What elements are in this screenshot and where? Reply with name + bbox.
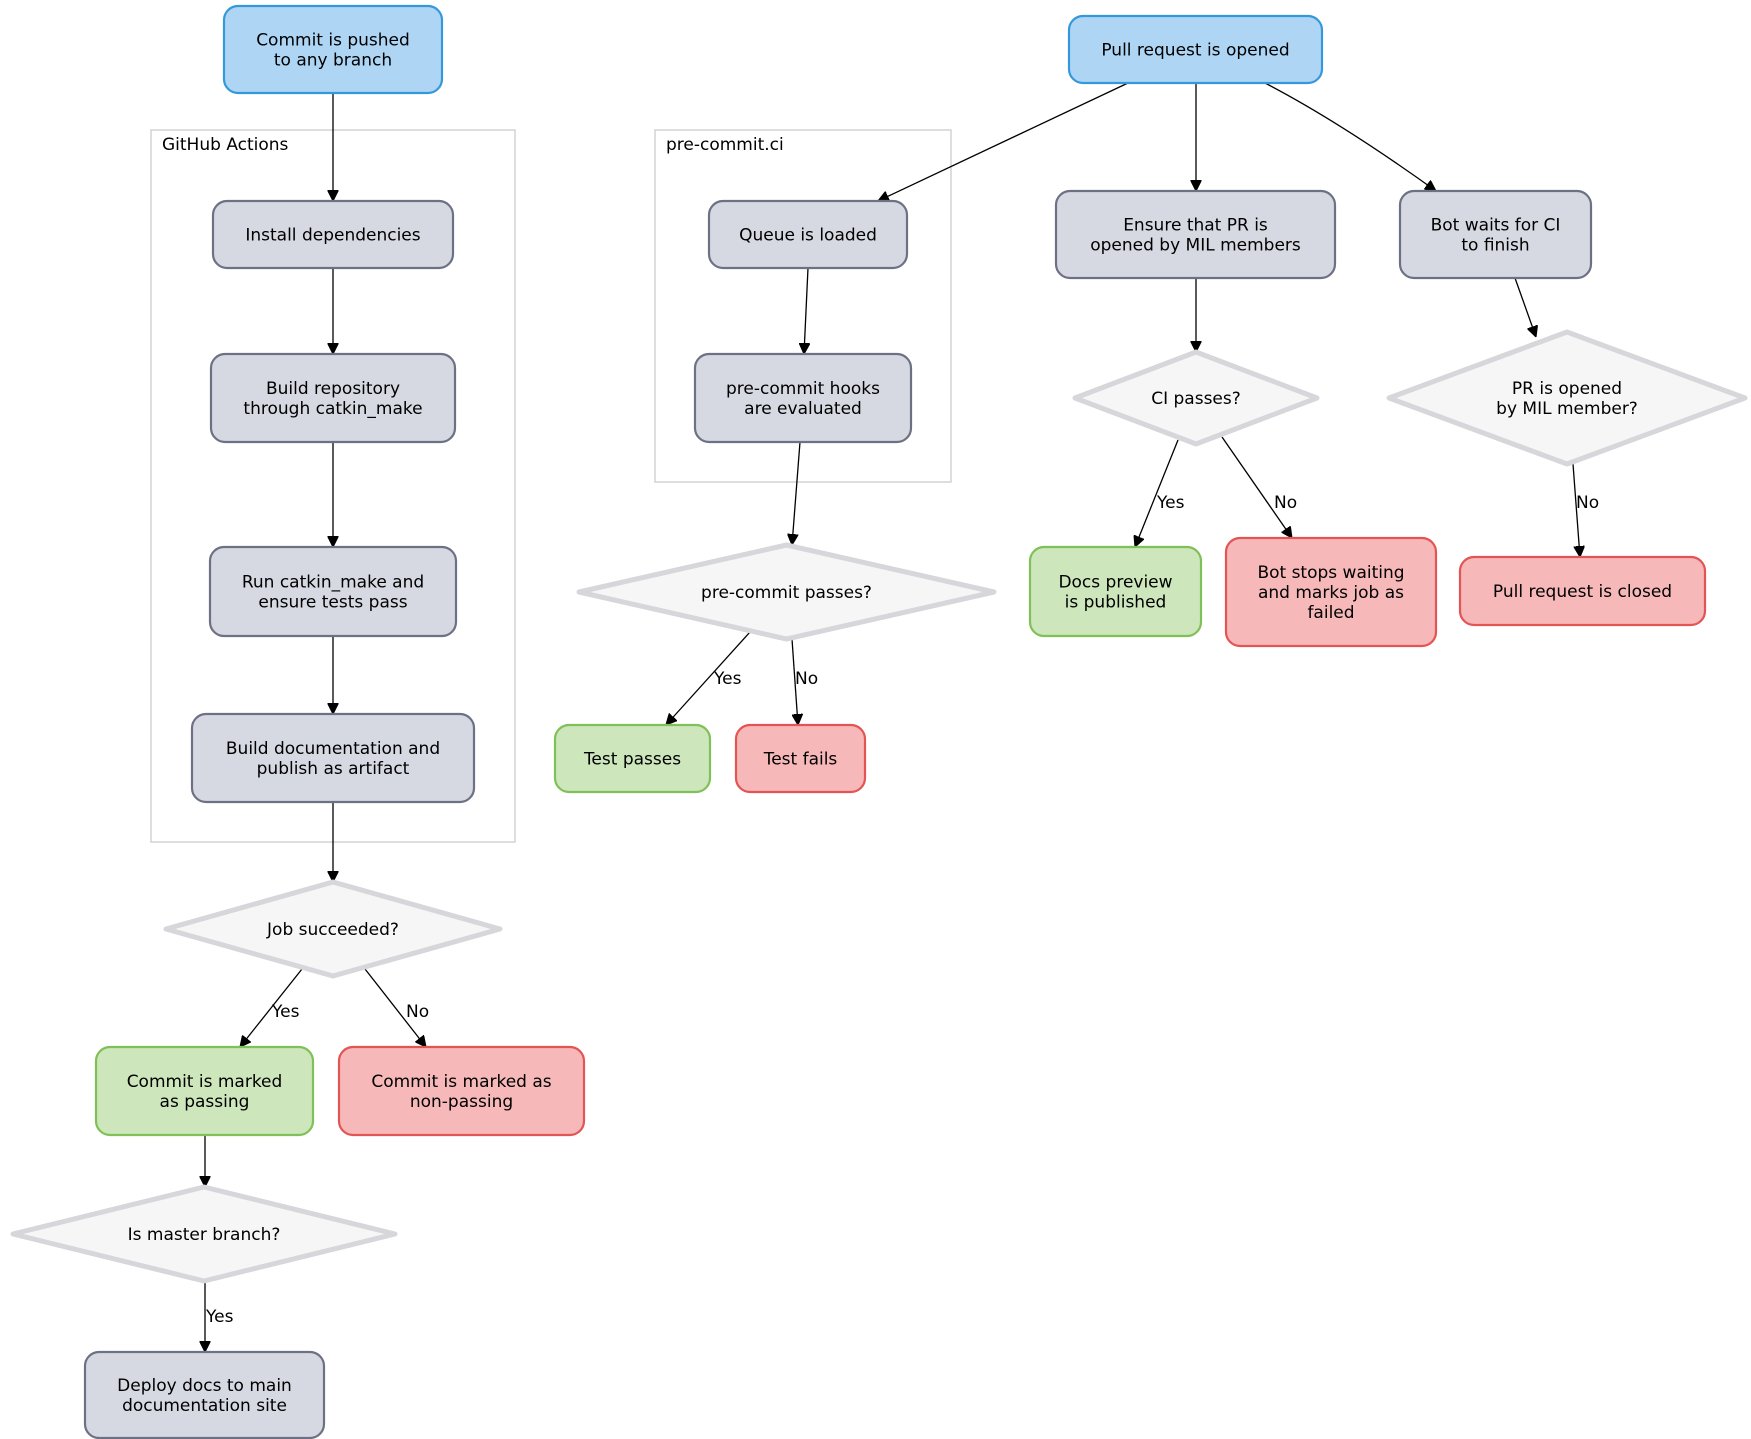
node-label: Is master branch? [128,1225,281,1245]
node-label: Commit is pushed [256,31,410,51]
node-label: Test passes [583,750,681,770]
edge-label-yes: Yes [205,1307,234,1327]
node-label: pre-commit hooks [726,379,880,399]
node-deploy-docs[interactable]: Deploy docs to maindocumentation site [83,1350,326,1439]
node-label: as passing [160,1092,250,1112]
node-bot-stops[interactable]: Bot stops waitingand marks job asfailed [1224,536,1438,648]
node-label: pre-commit passes? [701,583,872,603]
node-label: Install dependencies [245,226,420,246]
node-label: CI passes? [1151,389,1241,409]
node-label: PR is opened [1512,379,1622,399]
node-label: publish as artifact [257,759,410,779]
node-docs-preview[interactable]: Docs previewis published [1028,545,1203,638]
edge-pr_opened-to-queue_loaded [878,82,1129,201]
edge-queue_loaded-to-hooks_evaluated [804,267,808,354]
node-label: Run catkin_make and [242,573,424,593]
node-label: to any branch [274,51,392,71]
node-label: Commit is marked [127,1072,283,1092]
node-label: Build documentation and [226,739,440,759]
node-install-deps[interactable]: Install dependencies [211,199,455,270]
node-precommit-passes[interactable]: pre-commit passes? [576,542,997,642]
edge-label-yes: Yes [713,669,742,689]
node-test-passes[interactable]: Test passes [553,723,712,794]
node-is-master[interactable]: Is master branch? [10,1184,398,1284]
node-bot-waits[interactable]: Bot waits for CIto finish [1398,189,1593,280]
edge-label-yes: Yes [1156,493,1185,513]
node-commit-passing[interactable]: Commit is markedas passing [94,1045,315,1137]
node-run-catkin[interactable]: Run catkin_make andensure tests pass [208,545,458,638]
node-hooks-evaluated[interactable]: pre-commit hooksare evaluated [693,352,913,444]
node-label: Docs preview [1058,573,1172,593]
node-build-docs[interactable]: Build documentation andpublish as artifa… [190,712,476,804]
nodes-layer: Commit is pushedto any branch Install dep… [10,4,1748,1439]
node-queue-loaded[interactable]: Queue is loaded [707,199,909,270]
node-label: are evaluated [744,399,862,419]
node-label: ensure tests pass [258,593,407,613]
node-label: non-passing [410,1092,513,1112]
node-test-fails[interactable]: Test fails [734,723,867,794]
node-label: Ensure that PR is [1123,216,1268,236]
node-commit-pushed[interactable]: Commit is pushedto any branch [222,4,444,95]
node-label: Test fails [763,750,838,770]
node-label: Job succeeded? [266,920,399,940]
edge-label-no: No [795,669,818,689]
node-job-succeeded[interactable]: Job succeeded? [163,879,503,979]
node-label: failed [1307,603,1354,623]
node-label: through catkin_make [243,399,422,419]
edge-label-no: No [1576,493,1599,513]
node-label: Bot stops waiting [1257,563,1404,583]
edge-label-no: No [406,1002,429,1022]
node-commit-nonpassing[interactable]: Commit is marked asnon-passing [337,1045,586,1137]
node-label: Deploy docs to main [117,1376,292,1396]
node-label: opened by MIL members [1090,236,1301,256]
edge-label-yes: Yes [271,1002,300,1022]
cluster-label: GitHub Actions [162,135,289,155]
node-label: Commit is marked as [371,1072,551,1092]
node-pr-closed[interactable]: Pull request is closed [1458,555,1707,627]
node-label: and marks job as [1258,583,1404,603]
edge-ci_passes-to-bot_stops [1221,436,1292,538]
node-label: Build repository [266,379,400,399]
node-label: Bot waits for CI [1431,216,1561,236]
node-label: Pull request is opened [1101,41,1289,61]
node-label: is published [1065,593,1167,613]
ci-workflow-diagram: GitHub Actions pre-commit.ci Commit is pu… [10,4,1748,1439]
node-label: by MIL member? [1496,399,1638,419]
node-pr-mil-member[interactable]: PR is openedby MIL member? [1386,329,1748,467]
node-label: documentation site [122,1396,287,1416]
cluster-label: pre-commit.ci [666,135,784,155]
node-pr-opened[interactable]: Pull request is opened [1067,14,1324,85]
edge-hooks_evaluated-to-precommit_passes [792,441,801,545]
node-label: to finish [1461,236,1529,256]
edge-bot_waits-to-pr_mil_member [1514,277,1536,337]
node-build-repo[interactable]: Build repositorythrough catkin_make [209,352,457,444]
node-label: Pull request is closed [1493,582,1672,602]
node-label: Queue is loaded [739,226,877,246]
edge-label-no: No [1274,493,1297,513]
node-ensure-pr[interactable]: Ensure that PR isopened by MIL members [1054,189,1337,280]
edge-pr_opened-to-bot_waits [1264,82,1436,191]
node-ci-passes[interactable]: CI passes? [1072,349,1320,447]
